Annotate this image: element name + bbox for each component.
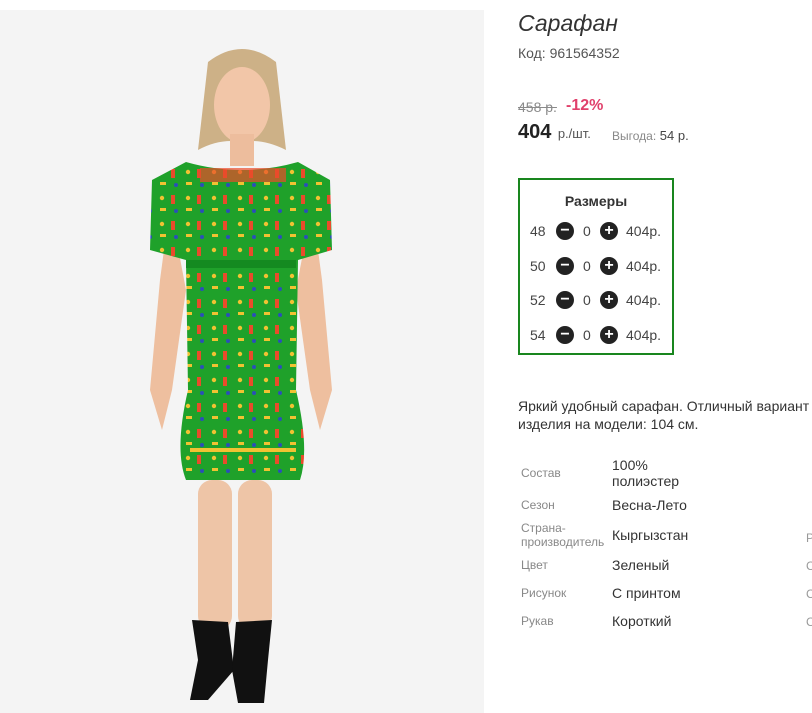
- sizes-panel: Размеры 48 − 0 + 404р. 50 − 0 + 404р. 52…: [518, 178, 674, 355]
- size-row-52: 52 − 0 + 404р.: [520, 290, 672, 310]
- size-row-50: 50 − 0 + 404р.: [520, 256, 672, 276]
- size-row-48: 48 − 0 + 404р.: [520, 221, 672, 241]
- spec-label-country: Страна- производитель: [521, 521, 604, 549]
- savings-label: Выгода:: [612, 129, 657, 143]
- clipped-column-char: Р: [806, 531, 812, 545]
- quantity-value: 0: [583, 327, 591, 343]
- spec-label-composition: Состав: [521, 466, 561, 480]
- plus-circle-icon[interactable]: +: [600, 222, 618, 240]
- spec-value-pattern: С принтом: [612, 585, 681, 601]
- savings: Выгода: 54 р.: [612, 128, 689, 143]
- minus-circle-icon[interactable]: −: [556, 222, 574, 240]
- plus-circle-icon[interactable]: +: [600, 291, 618, 309]
- spec-value-country: Кыргызстан: [612, 527, 689, 543]
- size-price: 404р.: [626, 292, 662, 308]
- size-number: 52: [530, 292, 546, 308]
- spec-label-line: Страна-: [521, 521, 566, 535]
- description-line: изделия на модели: 104 см.: [518, 416, 699, 432]
- minus-circle-icon[interactable]: −: [556, 257, 574, 275]
- spec-label-pattern: Рисунок: [521, 586, 567, 600]
- description-line: Яркий удобный сарафан. Отличный вариант: [518, 398, 810, 414]
- sizes-title: Размеры: [564, 193, 628, 209]
- product-code: Код: 961564352: [518, 45, 620, 61]
- minus-circle-icon[interactable]: −: [556, 326, 574, 344]
- product-title: Сарафан: [518, 10, 618, 36]
- spec-label-sleeve: Рукав: [521, 614, 554, 628]
- product-code-value: 961564352: [549, 45, 620, 61]
- size-price: 404р.: [626, 327, 662, 343]
- spec-value-season: Весна-Лето: [612, 497, 687, 513]
- size-row-54: 54 − 0 + 404р.: [520, 325, 672, 345]
- spec-label-line: производитель: [521, 535, 605, 549]
- size-number: 50: [530, 258, 546, 274]
- spec-value-line: полиэстер: [612, 473, 680, 489]
- discount-badge: -12%: [566, 97, 604, 114]
- plus-circle-icon[interactable]: +: [600, 326, 618, 344]
- price-value: 404: [518, 121, 552, 143]
- price-unit: р./шт.: [557, 126, 591, 141]
- product-description: Яркий удобный сарафан. Отличный вариант …: [518, 397, 812, 433]
- spec-value-sleeve: Короткий: [612, 613, 672, 629]
- size-number: 54: [530, 327, 546, 343]
- quantity-value: 0: [583, 292, 591, 308]
- minus-circle-icon[interactable]: −: [556, 291, 574, 309]
- spec-label-color: Цвет: [521, 558, 548, 572]
- clipped-column-char: С: [806, 559, 812, 573]
- clipped-column-char: С: [806, 615, 812, 629]
- quantity-value: 0: [583, 223, 591, 239]
- size-number: 48: [530, 223, 546, 239]
- model-illustration: [150, 49, 332, 703]
- spec-label-season: Сезон: [521, 498, 555, 512]
- spec-value-line: 100%: [612, 457, 648, 473]
- spec-value-color: Зеленый: [612, 557, 670, 573]
- size-price: 404р.: [626, 258, 662, 274]
- quantity-value: 0: [583, 258, 591, 274]
- current-price: 404 р./шт.: [518, 121, 591, 144]
- clipped-column-char: С: [806, 587, 812, 601]
- old-price: 458 р.: [518, 99, 557, 115]
- spec-value-composition: 100% полиэстер: [612, 457, 679, 489]
- size-price: 404р.: [626, 223, 662, 239]
- product-code-label: Код:: [518, 45, 546, 61]
- plus-circle-icon[interactable]: +: [600, 257, 618, 275]
- savings-value: 54 р.: [659, 128, 689, 143]
- product-photo[interactable]: [0, 10, 484, 713]
